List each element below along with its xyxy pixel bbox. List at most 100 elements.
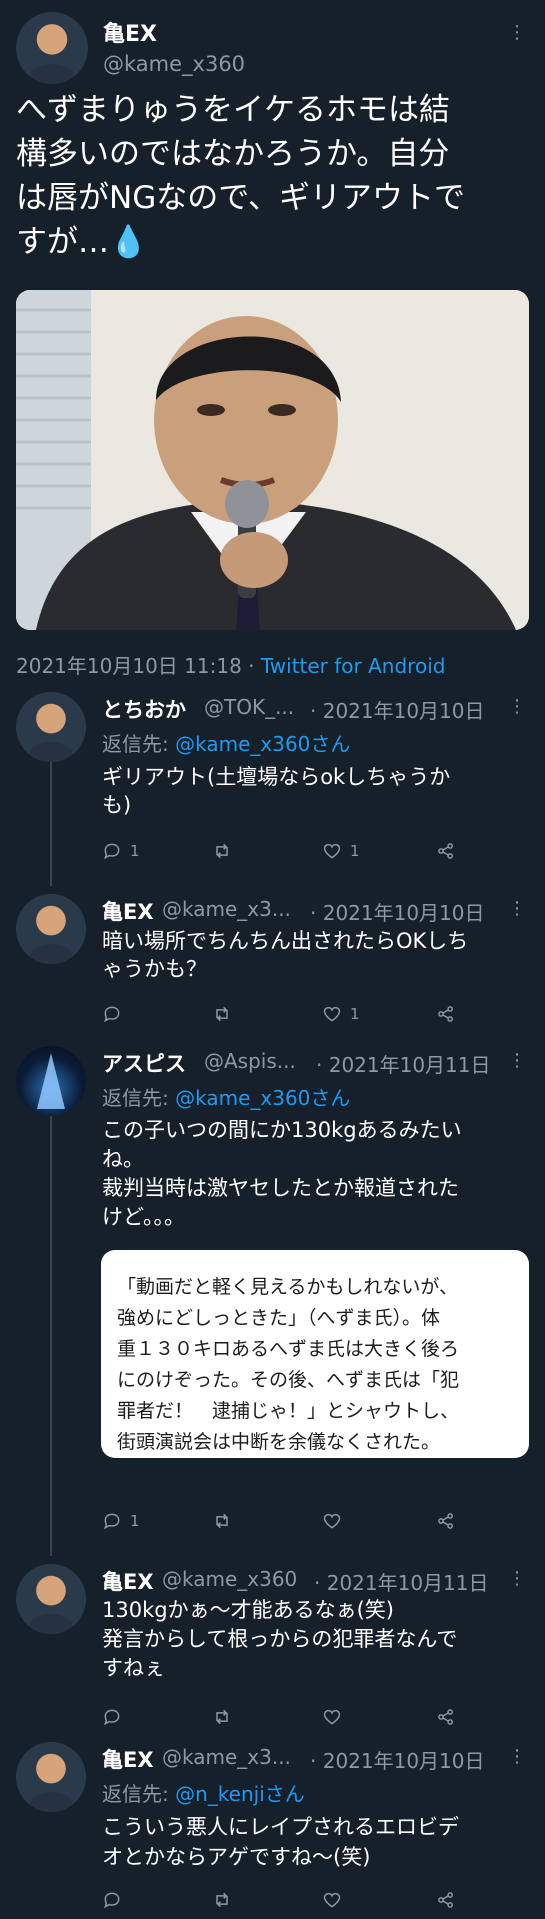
- replying-to-link[interactable]: @kame_x360さん: [175, 1086, 350, 1110]
- reply-author-handle[interactable]: @kame_x3...: [162, 1745, 291, 1769]
- replying-to: 返信先: @kame_x360さん: [102, 1082, 350, 1111]
- reply-text-line: この子いつの間にか130kgあるみたい: [102, 1118, 462, 1142]
- more-options-icon[interactable]: ⋮: [508, 24, 526, 42]
- more-options-icon[interactable]: ⋮: [508, 1570, 526, 1588]
- reply-button[interactable]: [102, 1889, 130, 1911]
- reply-author-name[interactable]: 亀EX: [102, 896, 154, 926]
- avatar[interactable]: [16, 1742, 86, 1812]
- tweet-client-link[interactable]: Twitter for Android: [261, 654, 446, 678]
- reply-text: この子いつの間にか130kgあるみたい ね。 裁判当時は激ヤセしたとか報道された…: [102, 1116, 522, 1232]
- more-options-icon[interactable]: ⋮: [508, 1748, 526, 1766]
- retweet-button[interactable]: [212, 1889, 232, 1911]
- more-options-icon[interactable]: ⋮: [508, 698, 526, 716]
- share-icon: [438, 1709, 453, 1725]
- reply-date[interactable]: · 2021年10月11日: [314, 1567, 489, 1596]
- reply-button[interactable]: [102, 1003, 130, 1025]
- reply-author-name[interactable]: 亀EX: [102, 1566, 154, 1596]
- retweet-button[interactable]: [212, 840, 232, 862]
- share-icon: [438, 1513, 453, 1529]
- retweet-icon: [216, 1513, 228, 1529]
- reply-author-name[interactable]: アスピス: [102, 1048, 186, 1078]
- replying-to-label: 返信先:: [102, 1782, 176, 1806]
- quote-line: 「動画だと軽く見えるかもしれないが、: [117, 1276, 459, 1298]
- replying-to-label: 返信先:: [102, 1086, 176, 1110]
- like-button[interactable]: 1: [322, 840, 360, 862]
- tweet-photo[interactable]: [16, 290, 529, 630]
- tweet-text-line: は唇がNGなので、ギリアウトで: [16, 180, 465, 216]
- thread-line: [50, 1116, 52, 1556]
- reply-icon: [104, 1892, 120, 1909]
- quote-line: 罪者だ！ 逮捕じゃ！」とシャウトし、: [117, 1400, 460, 1422]
- tweet-text-line: へずまりゅうをイケるホモは結: [16, 92, 450, 128]
- reply-text-line: 裁判当時は激ヤセしたとか報道された: [102, 1176, 459, 1200]
- share-button[interactable]: [436, 1003, 456, 1025]
- share-icon: [438, 1006, 453, 1022]
- reply-text: ギリアウト(土壇場ならokしちゃうか も): [102, 763, 522, 819]
- avatar[interactable]: [16, 692, 86, 762]
- reply-count: 1: [130, 842, 140, 860]
- reply-author-handle[interactable]: @kame_x3...: [162, 897, 291, 921]
- share-button[interactable]: [436, 1889, 456, 1911]
- quote-line: 強めにどしっときた」（へずま氏）。体: [117, 1307, 441, 1329]
- like-button[interactable]: [322, 1510, 350, 1532]
- tweet-text: へずまりゅうをイケるホモは結 構多いのではなかろうか。自分 は唇がNGなので、ギ…: [16, 88, 536, 264]
- retweet-icon: [216, 843, 228, 859]
- tweet-timestamp[interactable]: 2021年10月10日 11:18 ·: [16, 654, 261, 678]
- retweet-icon: [216, 1892, 228, 1908]
- reply-author-handle[interactable]: @Aspis...: [204, 1049, 296, 1073]
- like-button[interactable]: 1: [322, 1003, 360, 1025]
- reply-text-line: オとかならアゲですね〜(笑): [102, 1845, 371, 1869]
- reply-icon: [104, 1709, 120, 1726]
- author-handle[interactable]: @kame_x360: [103, 52, 245, 76]
- heart-icon: [323, 1006, 341, 1022]
- reply-text-line: 130kgかぁ〜才能あるなぁ(笑): [102, 1598, 394, 1622]
- replying-to-link[interactable]: @kame_x360さん: [175, 732, 350, 756]
- more-options-icon[interactable]: ⋮: [508, 1052, 526, 1070]
- reply-author-handle[interactable]: @kame_x360: [162, 1567, 297, 1591]
- reply-icon: [104, 1513, 120, 1530]
- quoted-news-card[interactable]: 「動画だと軽く見えるかもしれないが、 強めにどしっときた」（へずま氏）。体 重１…: [101, 1250, 529, 1458]
- author-name[interactable]: 亀EX: [103, 16, 157, 48]
- replying-to: 返信先: @kame_x360さん: [102, 728, 350, 757]
- reply-author-name[interactable]: 亀EX: [102, 1744, 154, 1774]
- retweet-icon: [216, 1709, 228, 1725]
- reply-date[interactable]: · 2021年10月10日: [310, 1745, 485, 1774]
- heart-icon: [323, 1513, 341, 1529]
- reply-date[interactable]: · 2021年10月11日: [316, 1049, 491, 1078]
- reply-date[interactable]: · 2021年10月10日: [310, 897, 485, 926]
- reply-text: 暗い場所でちんちん出されたらOKしち ゃうかも？: [102, 927, 522, 983]
- tower-icon: [37, 1053, 65, 1109]
- reply-text-line: こういう悪人にレイプされるエロビデ: [102, 1815, 459, 1839]
- reply-author-name[interactable]: とちおか: [102, 694, 186, 724]
- reply-text: 130kgかぁ〜才能あるなぁ(笑) 発言からして根っからの犯罪者なんで すねぇ: [102, 1596, 522, 1683]
- like-button[interactable]: [322, 1706, 350, 1728]
- share-button[interactable]: [436, 1510, 456, 1532]
- like-button[interactable]: [322, 1889, 350, 1911]
- retweet-icon: [216, 1006, 228, 1022]
- replying-to: 返信先: @n_kenjiさん: [102, 1778, 305, 1807]
- press-photo-man-with-microphone-icon: [16, 290, 529, 630]
- reply-date[interactable]: · 2021年10月10日: [310, 695, 485, 724]
- avatar[interactable]: [16, 1046, 86, 1116]
- like-count: 1: [350, 1005, 360, 1023]
- reply-text-line: 発言からして根っからの犯罪者なんで: [102, 1627, 458, 1651]
- avatar[interactable]: [16, 12, 88, 84]
- reply-author-handle[interactable]: @TOK_...: [204, 695, 294, 719]
- avatar[interactable]: [16, 894, 86, 964]
- reply-button[interactable]: [102, 1706, 130, 1728]
- retweet-button[interactable]: [212, 1706, 232, 1728]
- share-button[interactable]: [436, 1706, 456, 1728]
- more-options-icon[interactable]: ⋮: [508, 900, 526, 918]
- quote-line: 街頭演説会は中断を余儀なくされた。: [117, 1431, 441, 1453]
- reply-text-line: ね。: [102, 1147, 144, 1171]
- replying-to-link[interactable]: @n_kenjiさん: [175, 1782, 305, 1806]
- thread-line: [50, 762, 52, 886]
- reply-button[interactable]: 1: [102, 1510, 140, 1532]
- avatar[interactable]: [16, 1564, 86, 1634]
- retweet-button[interactable]: [212, 1003, 232, 1025]
- heart-icon: [323, 843, 341, 859]
- share-button[interactable]: [436, 840, 456, 862]
- quote-line: 重１３０キロあるへずま氏は大きく後ろ: [117, 1338, 460, 1360]
- retweet-button[interactable]: [212, 1510, 232, 1532]
- reply-button[interactable]: 1: [102, 840, 140, 862]
